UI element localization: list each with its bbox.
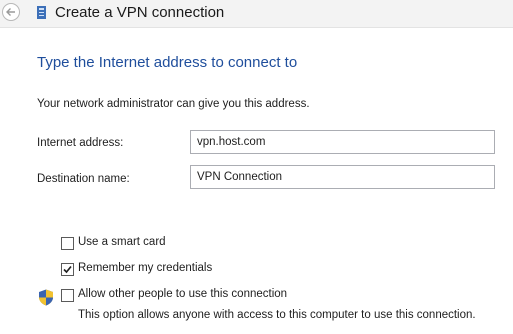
remember-credentials-label: Remember my credentials bbox=[78, 262, 213, 274]
allow-others-label: Allow other people to use this connectio… bbox=[78, 288, 288, 300]
page-heading: Type the Internet address to connect to bbox=[37, 54, 298, 71]
allow-others-description: This option allows anyone with access to… bbox=[78, 309, 476, 321]
back-arrow-icon bbox=[6, 8, 15, 16]
network-icon bbox=[37, 6, 46, 19]
destination-name-field[interactable]: VPN Connection bbox=[190, 165, 495, 189]
window-title: Create a VPN connection bbox=[55, 4, 225, 21]
title-bar: Create a VPN connection bbox=[0, 0, 513, 28]
allow-others-checkbox[interactable] bbox=[61, 289, 74, 302]
uac-shield-icon bbox=[39, 289, 53, 306]
internet-address-label: Internet address: bbox=[37, 137, 124, 149]
checkmark-icon bbox=[63, 265, 72, 274]
internet-address-field[interactable]: vpn.host.com bbox=[190, 130, 495, 154]
smart-card-label: Use a smart card bbox=[78, 236, 166, 248]
destination-name-label: Destination name: bbox=[37, 173, 130, 185]
smart-card-checkbox[interactable] bbox=[61, 237, 74, 250]
remember-credentials-checkbox[interactable] bbox=[61, 263, 74, 276]
back-button[interactable] bbox=[2, 3, 20, 21]
hint-text: Your network administrator can give you … bbox=[37, 98, 310, 110]
